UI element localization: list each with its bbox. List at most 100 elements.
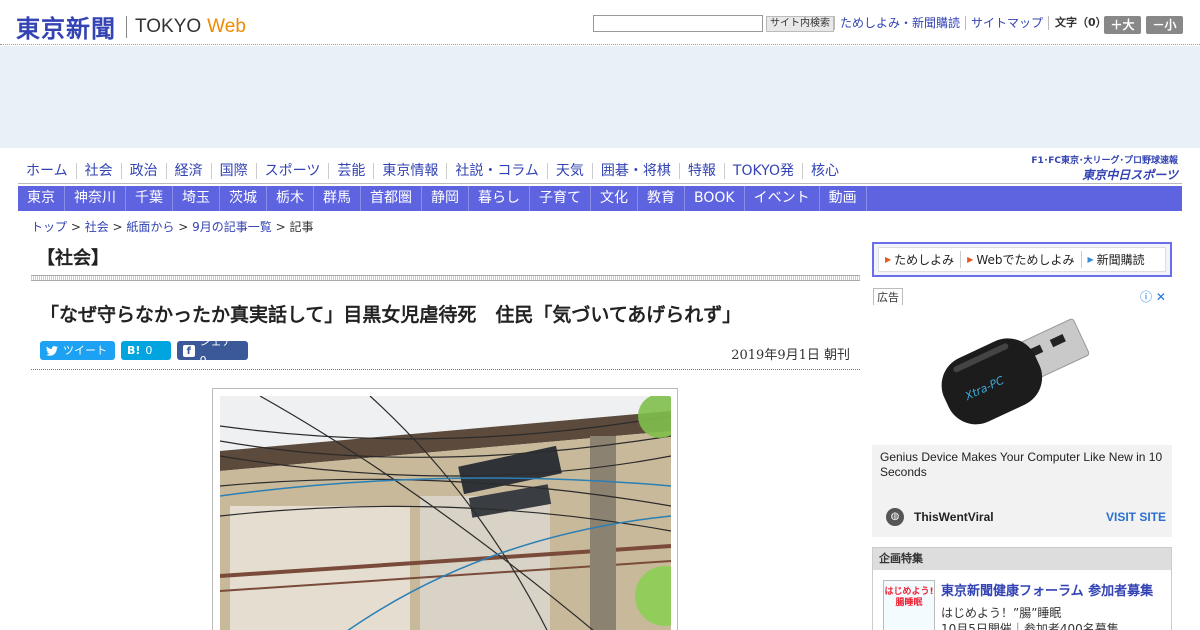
twitter-icon bbox=[46, 345, 58, 356]
nav-ibaraki[interactable]: 茨城 bbox=[220, 186, 267, 211]
nav-international[interactable]: 国際 bbox=[210, 163, 256, 179]
breadcrumb-month-list[interactable]: 9月の記事一覧 bbox=[192, 220, 272, 234]
nav-special-report[interactable]: 特報 bbox=[678, 163, 724, 179]
header-links: ためしよみ・新聞購読 サイトマップ 文字（0） bbox=[834, 16, 1107, 30]
site-header: 東京新聞 TOKYO Web サイト内検索 ためしよみ・新聞購読 サイトマップ … bbox=[0, 0, 1200, 45]
feature-subtitle: はじめよう！”腸”睡眠 bbox=[941, 606, 1062, 620]
site-search-button[interactable]: サイト内検索 bbox=[766, 16, 834, 32]
nav-book[interactable]: BOOK bbox=[685, 186, 745, 211]
close-icon[interactable]: ✕ bbox=[1156, 290, 1166, 304]
subscribe-link[interactable]: ためしよみ・新聞購読 bbox=[834, 16, 965, 30]
facebook-share-label: シェア 0 bbox=[199, 334, 233, 367]
chunichi-sports-logo[interactable]: F1･FC東京･大リーグ･プロ野球速報 東京中日スポーツ bbox=[1024, 153, 1178, 183]
subscription-links: ▶ ためしよみ ▶ Webでためしよみ ▶ 新聞購読 bbox=[878, 247, 1166, 272]
nav-society[interactable]: 社会 bbox=[75, 163, 121, 179]
nav-home[interactable]: ホーム bbox=[18, 163, 76, 179]
nav-editorial[interactable]: 社説・コラム bbox=[446, 163, 547, 179]
triangle-right-icon: ▶ bbox=[1087, 255, 1094, 264]
feature-link[interactable]: 東京新聞健康フォーラム 参加者募集 bbox=[941, 580, 1153, 599]
nav-shutoken[interactable]: 首都圏 bbox=[361, 186, 422, 211]
nav-politics[interactable]: 政治 bbox=[120, 163, 166, 179]
triangle-right-icon: ▶ bbox=[885, 255, 892, 264]
article-photo[interactable] bbox=[220, 396, 671, 630]
date-divider bbox=[31, 369, 860, 370]
nav-saitama[interactable]: 埼玉 bbox=[173, 186, 220, 211]
nav-kakushin[interactable]: 核心 bbox=[801, 163, 847, 179]
nav-kanagawa[interactable]: 神奈川 bbox=[65, 186, 126, 211]
secondary-nav: 東京 神奈川 千葉 埼玉 茨城 栃木 群馬 首都圏 静岡 暮らし 子育て 文化 … bbox=[18, 186, 1182, 211]
nav-events[interactable]: イベント bbox=[745, 186, 820, 211]
nav-weather[interactable]: 天気 bbox=[546, 163, 592, 179]
logo-web: Web bbox=[207, 15, 246, 37]
ad-headline[interactable]: Genius Device Makes Your Computer Like N… bbox=[880, 450, 1166, 480]
text-size-down-button[interactable]: －小 bbox=[1146, 16, 1183, 34]
nav-education[interactable]: 教育 bbox=[638, 186, 685, 211]
breadcrumb-separator: > bbox=[67, 220, 85, 234]
ad-label: 広告 bbox=[873, 288, 903, 306]
trial-read-label: ためしよみ bbox=[894, 253, 955, 267]
feature-box: 企画特集 はじめよう!腸睡眠 東京新聞健康フォーラム 参加者募集 はじめよう！”… bbox=[872, 547, 1172, 630]
ad-product-image[interactable]: Xtra-PC bbox=[872, 305, 1172, 445]
article-photo-frame bbox=[212, 388, 678, 630]
breadcrumb-separator: > bbox=[174, 220, 193, 234]
web-trial-read-label: Webでためしよみ bbox=[976, 253, 1075, 267]
ad-choices-icons[interactable]: ⓘ ✕ bbox=[1140, 288, 1166, 305]
facebook-icon: f bbox=[183, 344, 195, 357]
article-headline: 「なぜ守らなかったか真実話して」目黒女児虐待死 住民「気づいてあげられず」 bbox=[40, 304, 742, 326]
breadcrumb-society[interactable]: 社会 bbox=[85, 220, 109, 234]
site-logo[interactable]: 東京新聞 TOKYO Web bbox=[16, 9, 246, 44]
nav-tokyo[interactable]: 東京 bbox=[18, 186, 65, 211]
nav-shizuoka[interactable]: 静岡 bbox=[422, 186, 469, 211]
nav-tokyo-info[interactable]: 東京情報 bbox=[373, 163, 446, 179]
apartment-photo-image bbox=[220, 396, 671, 630]
search-input[interactable] bbox=[593, 15, 763, 32]
primary-nav: ホーム 社会 政治 経済 国際 スポーツ 芸能 東京情報 社説・コラム 天気 囲… bbox=[18, 160, 847, 182]
hatena-icon: B! bbox=[127, 344, 141, 357]
text-size-label: 文字（0） bbox=[1048, 16, 1107, 30]
nav-sports[interactable]: スポーツ bbox=[255, 163, 329, 179]
nav-tokyo-hatsu[interactable]: TOKYO発 bbox=[723, 163, 802, 179]
subscribe-newspaper-link[interactable]: ▶ 新聞購読 bbox=[1080, 251, 1151, 268]
text-size-up-button[interactable]: ＋大 bbox=[1104, 16, 1141, 34]
breadcrumb: トップ > 社会 > 紙面から > 9月の記事一覧 > 記事 bbox=[31, 218, 313, 235]
tweet-button[interactable]: ツイート bbox=[40, 341, 115, 360]
breadcrumb-print[interactable]: 紙面から bbox=[126, 220, 174, 234]
nav-go-shogi[interactable]: 囲碁・将棋 bbox=[591, 163, 679, 179]
nav-parenting[interactable]: 子育て bbox=[530, 186, 591, 211]
nav-tochigi[interactable]: 栃木 bbox=[267, 186, 314, 211]
banner-ad-area bbox=[0, 46, 1200, 148]
feature-details: 10月5日開催｜参加者400名募集 bbox=[941, 622, 1119, 630]
visit-site-button[interactable]: VISIT SITE bbox=[1106, 510, 1166, 524]
nav-video[interactable]: 動画 bbox=[820, 186, 867, 211]
sports-logo-name: 東京中日スポーツ bbox=[1082, 168, 1178, 182]
ad-text-area[interactable]: Genius Device Makes Your Computer Like N… bbox=[872, 445, 1172, 537]
sitemap-link[interactable]: サイトマップ bbox=[965, 16, 1048, 30]
feature-thumbnail[interactable]: はじめよう!腸睡眠 bbox=[883, 580, 935, 630]
logo-japanese: 東京新聞 bbox=[16, 14, 116, 43]
facebook-share-button[interactable]: f シェア 0 bbox=[177, 335, 248, 367]
sports-logo-tagline: F1･FC東京･大リーグ･プロ野球速報 bbox=[1031, 156, 1178, 166]
section-divider bbox=[31, 275, 860, 281]
info-icon[interactable]: ⓘ bbox=[1140, 290, 1152, 304]
web-trial-read-link[interactable]: ▶ Webでためしよみ bbox=[960, 251, 1080, 268]
logo-tokyo: TOKYO bbox=[135, 15, 202, 37]
nav-economy[interactable]: 経済 bbox=[165, 163, 211, 179]
nav-culture[interactable]: 文化 bbox=[591, 186, 638, 211]
breadcrumb-current: 記事 bbox=[289, 220, 314, 234]
trial-read-link[interactable]: ▶ ためしよみ bbox=[879, 251, 960, 268]
globe-icon: ◍ bbox=[886, 508, 904, 526]
breadcrumb-top[interactable]: トップ bbox=[31, 220, 67, 234]
nav-chiba[interactable]: 千葉 bbox=[126, 186, 173, 211]
logo-divider bbox=[126, 15, 127, 38]
triangle-right-icon: ▶ bbox=[967, 255, 974, 264]
breadcrumb-separator: > bbox=[108, 220, 127, 234]
nav-living[interactable]: 暮らし bbox=[469, 186, 530, 211]
hatena-bookmark-button[interactable]: B! 0 bbox=[121, 341, 171, 360]
nav-gunma[interactable]: 群馬 bbox=[314, 186, 361, 211]
hatena-count: 0 bbox=[145, 344, 153, 357]
tweet-label: ツイート bbox=[63, 344, 107, 357]
article-date: 2019年9月1日 朝刊 bbox=[731, 348, 850, 363]
nav-entertainment[interactable]: 芸能 bbox=[328, 163, 373, 179]
ad-source: ThisWentViral bbox=[914, 510, 994, 524]
subscribe-newspaper-label: 新聞購読 bbox=[1096, 253, 1145, 267]
